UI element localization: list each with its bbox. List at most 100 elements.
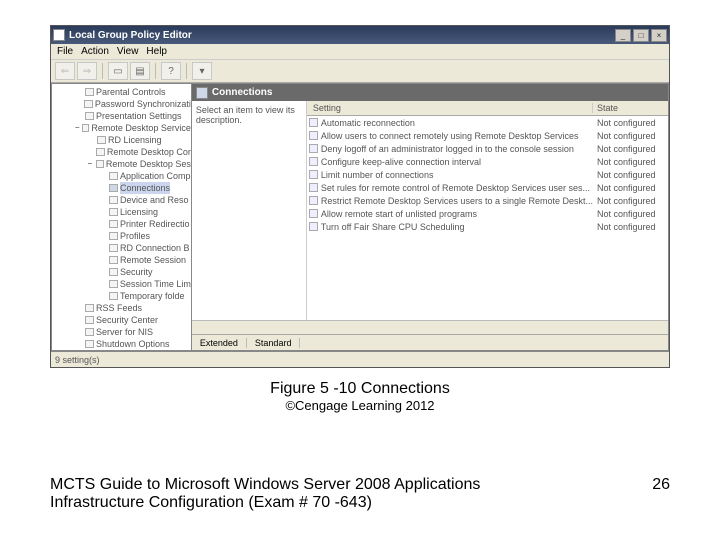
tree-label: Licensing <box>120 206 158 218</box>
setting-row[interactable]: Set rules for remote control of Remote D… <box>307 181 668 194</box>
folder-icon <box>109 256 118 264</box>
tree-label: Application Comp <box>120 170 191 182</box>
setting-row[interactable]: Limit number of connectionsNot configure… <box>307 168 668 181</box>
expand-icon[interactable]: − <box>86 158 94 170</box>
details-title: Connections <box>212 87 273 98</box>
policy-icon <box>309 170 318 179</box>
maximize-button[interactable]: □ <box>633 29 649 42</box>
setting-state: Not configured <box>593 183 668 193</box>
tree-item[interactable]: Server for NIS <box>52 326 191 338</box>
setting-row[interactable]: Turn off Fair Share CPU Scheduling Not co… <box>307 220 668 233</box>
folder-icon <box>85 88 94 96</box>
menu-action[interactable]: Action <box>81 46 109 57</box>
window-title: Local Group Policy Editor <box>69 30 613 41</box>
setting-cell: Automatic reconnection <box>307 118 593 128</box>
policy-tree[interactable]: Parental ControlsPassword SynchronizatiP… <box>51 83 192 351</box>
setting-label: Turn off Fair Share CPU Scheduling <box>321 222 465 232</box>
tree-item[interactable]: Security <box>52 266 191 278</box>
tree-label: Device and Reso <box>120 194 189 206</box>
folder-icon <box>109 268 118 276</box>
folder-icon <box>109 244 118 252</box>
policy-icon <box>309 157 318 166</box>
tree-label: RSS Feeds <box>96 302 142 314</box>
tree-label: Session Time Lim <box>120 278 191 290</box>
tree-item[interactable]: Remote Session <box>52 254 191 266</box>
forward-button[interactable]: ⇒ <box>77 62 97 80</box>
folder-icon <box>97 136 106 144</box>
setting-state: Not configured <box>593 209 668 219</box>
up-button[interactable]: ▭ <box>108 62 128 80</box>
titlebar[interactable]: Local Group Policy Editor _ □ × <box>51 26 669 44</box>
policy-icon <box>309 118 318 127</box>
details-header: Connections <box>192 84 668 101</box>
setting-label: Restrict Remote Desktop Services users t… <box>321 196 593 206</box>
column-state[interactable]: State <box>593 103 668 113</box>
tree-item[interactable]: Remote Desktop Cor <box>52 146 191 158</box>
toolbar-sep <box>155 63 156 79</box>
minimize-button[interactable]: _ <box>615 29 631 42</box>
setting-state: Not configured <box>593 157 668 167</box>
tree-item[interactable]: Password Synchronizati <box>52 98 191 110</box>
setting-state: Not configured <box>593 118 668 128</box>
tree-item[interactable]: Licensing <box>52 206 191 218</box>
horizontal-scrollbar[interactable] <box>192 320 668 334</box>
setting-label: Set rules for remote control of Remote D… <box>321 183 590 193</box>
app-icon <box>53 29 65 41</box>
setting-row[interactable]: Deny logoff of an administrator logged i… <box>307 142 668 155</box>
setting-row[interactable]: Restrict Remote Desktop Services users t… <box>307 194 668 207</box>
setting-state: Not configured <box>593 222 668 232</box>
tree-item[interactable]: Application Comp <box>52 170 191 182</box>
tree-label: Temporary folde <box>120 290 185 302</box>
tree-label: Remote Session <box>120 254 186 266</box>
tree-item[interactable]: Session Time Lim <box>52 278 191 290</box>
tree-item[interactable]: Presentation Settings <box>52 110 191 122</box>
tree-label: Remote Desktop Cor <box>107 146 191 158</box>
toolbar: ⇐ ⇒ ▭ ▤ ? ▾ <box>51 60 669 83</box>
tree-item[interactable]: Security Center <box>52 314 191 326</box>
setting-row[interactable]: Configure keep-alive connection interval… <box>307 155 668 168</box>
tree-item[interactable]: Smart Card <box>52 350 191 351</box>
tab-standard[interactable]: Standard <box>247 338 301 348</box>
tree-item[interactable]: −Remote Desktop Service <box>52 122 191 134</box>
tree-item[interactable]: Device and Reso <box>52 194 191 206</box>
setting-row[interactable]: Allow remote start of unlisted programsN… <box>307 207 668 220</box>
tree-item[interactable]: RSS Feeds <box>52 302 191 314</box>
folder-icon <box>96 160 104 168</box>
setting-cell: Deny logoff of an administrator logged i… <box>307 144 593 154</box>
tree-item[interactable]: −Remote Desktop Ses <box>52 158 191 170</box>
setting-row[interactable]: Automatic reconnectionNot configured <box>307 116 668 129</box>
tree-item[interactable]: Shutdown Options <box>52 338 191 350</box>
tree-item[interactable]: Connections <box>52 182 191 194</box>
folder-icon <box>85 316 94 324</box>
tree-item[interactable]: Parental Controls <box>52 86 191 98</box>
menu-file[interactable]: File <box>57 46 73 57</box>
filter-button[interactable]: ▾ <box>192 62 212 80</box>
tab-extended[interactable]: Extended <box>192 338 247 348</box>
menu-help[interactable]: Help <box>146 46 167 57</box>
setting-state: Not configured <box>593 170 668 180</box>
folder-icon <box>109 196 118 204</box>
tree-item[interactable]: Profiles <box>52 230 191 242</box>
setting-label: Deny logoff of an administrator logged i… <box>321 144 574 154</box>
expand-icon[interactable]: − <box>74 122 80 134</box>
menu-view[interactable]: View <box>117 46 139 57</box>
tree-item[interactable]: Printer Redirectio <box>52 218 191 230</box>
tree-item[interactable]: Temporary folde <box>52 290 191 302</box>
show-hide-button[interactable]: ▤ <box>130 62 150 80</box>
tree-label: Profiles <box>120 230 150 242</box>
folder-icon <box>109 232 118 240</box>
tree-item[interactable]: RD Connection B <box>52 242 191 254</box>
tree-item[interactable]: RD Licensing <box>52 134 191 146</box>
tree-label: Connections <box>120 182 170 194</box>
help-button[interactable]: ? <box>161 62 181 80</box>
table-header[interactable]: Setting State <box>307 101 668 116</box>
description-pane: Select an item to view its description. <box>192 101 307 320</box>
folder-icon <box>109 172 118 180</box>
back-button[interactable]: ⇐ <box>55 62 75 80</box>
setting-row[interactable]: Allow users to connect remotely using Re… <box>307 129 668 142</box>
folder-icon <box>196 87 208 99</box>
column-setting[interactable]: Setting <box>307 103 593 113</box>
folder-icon <box>109 292 118 300</box>
figure-caption: Figure 5 -10 Connections <box>50 380 670 398</box>
close-button[interactable]: × <box>651 29 667 42</box>
